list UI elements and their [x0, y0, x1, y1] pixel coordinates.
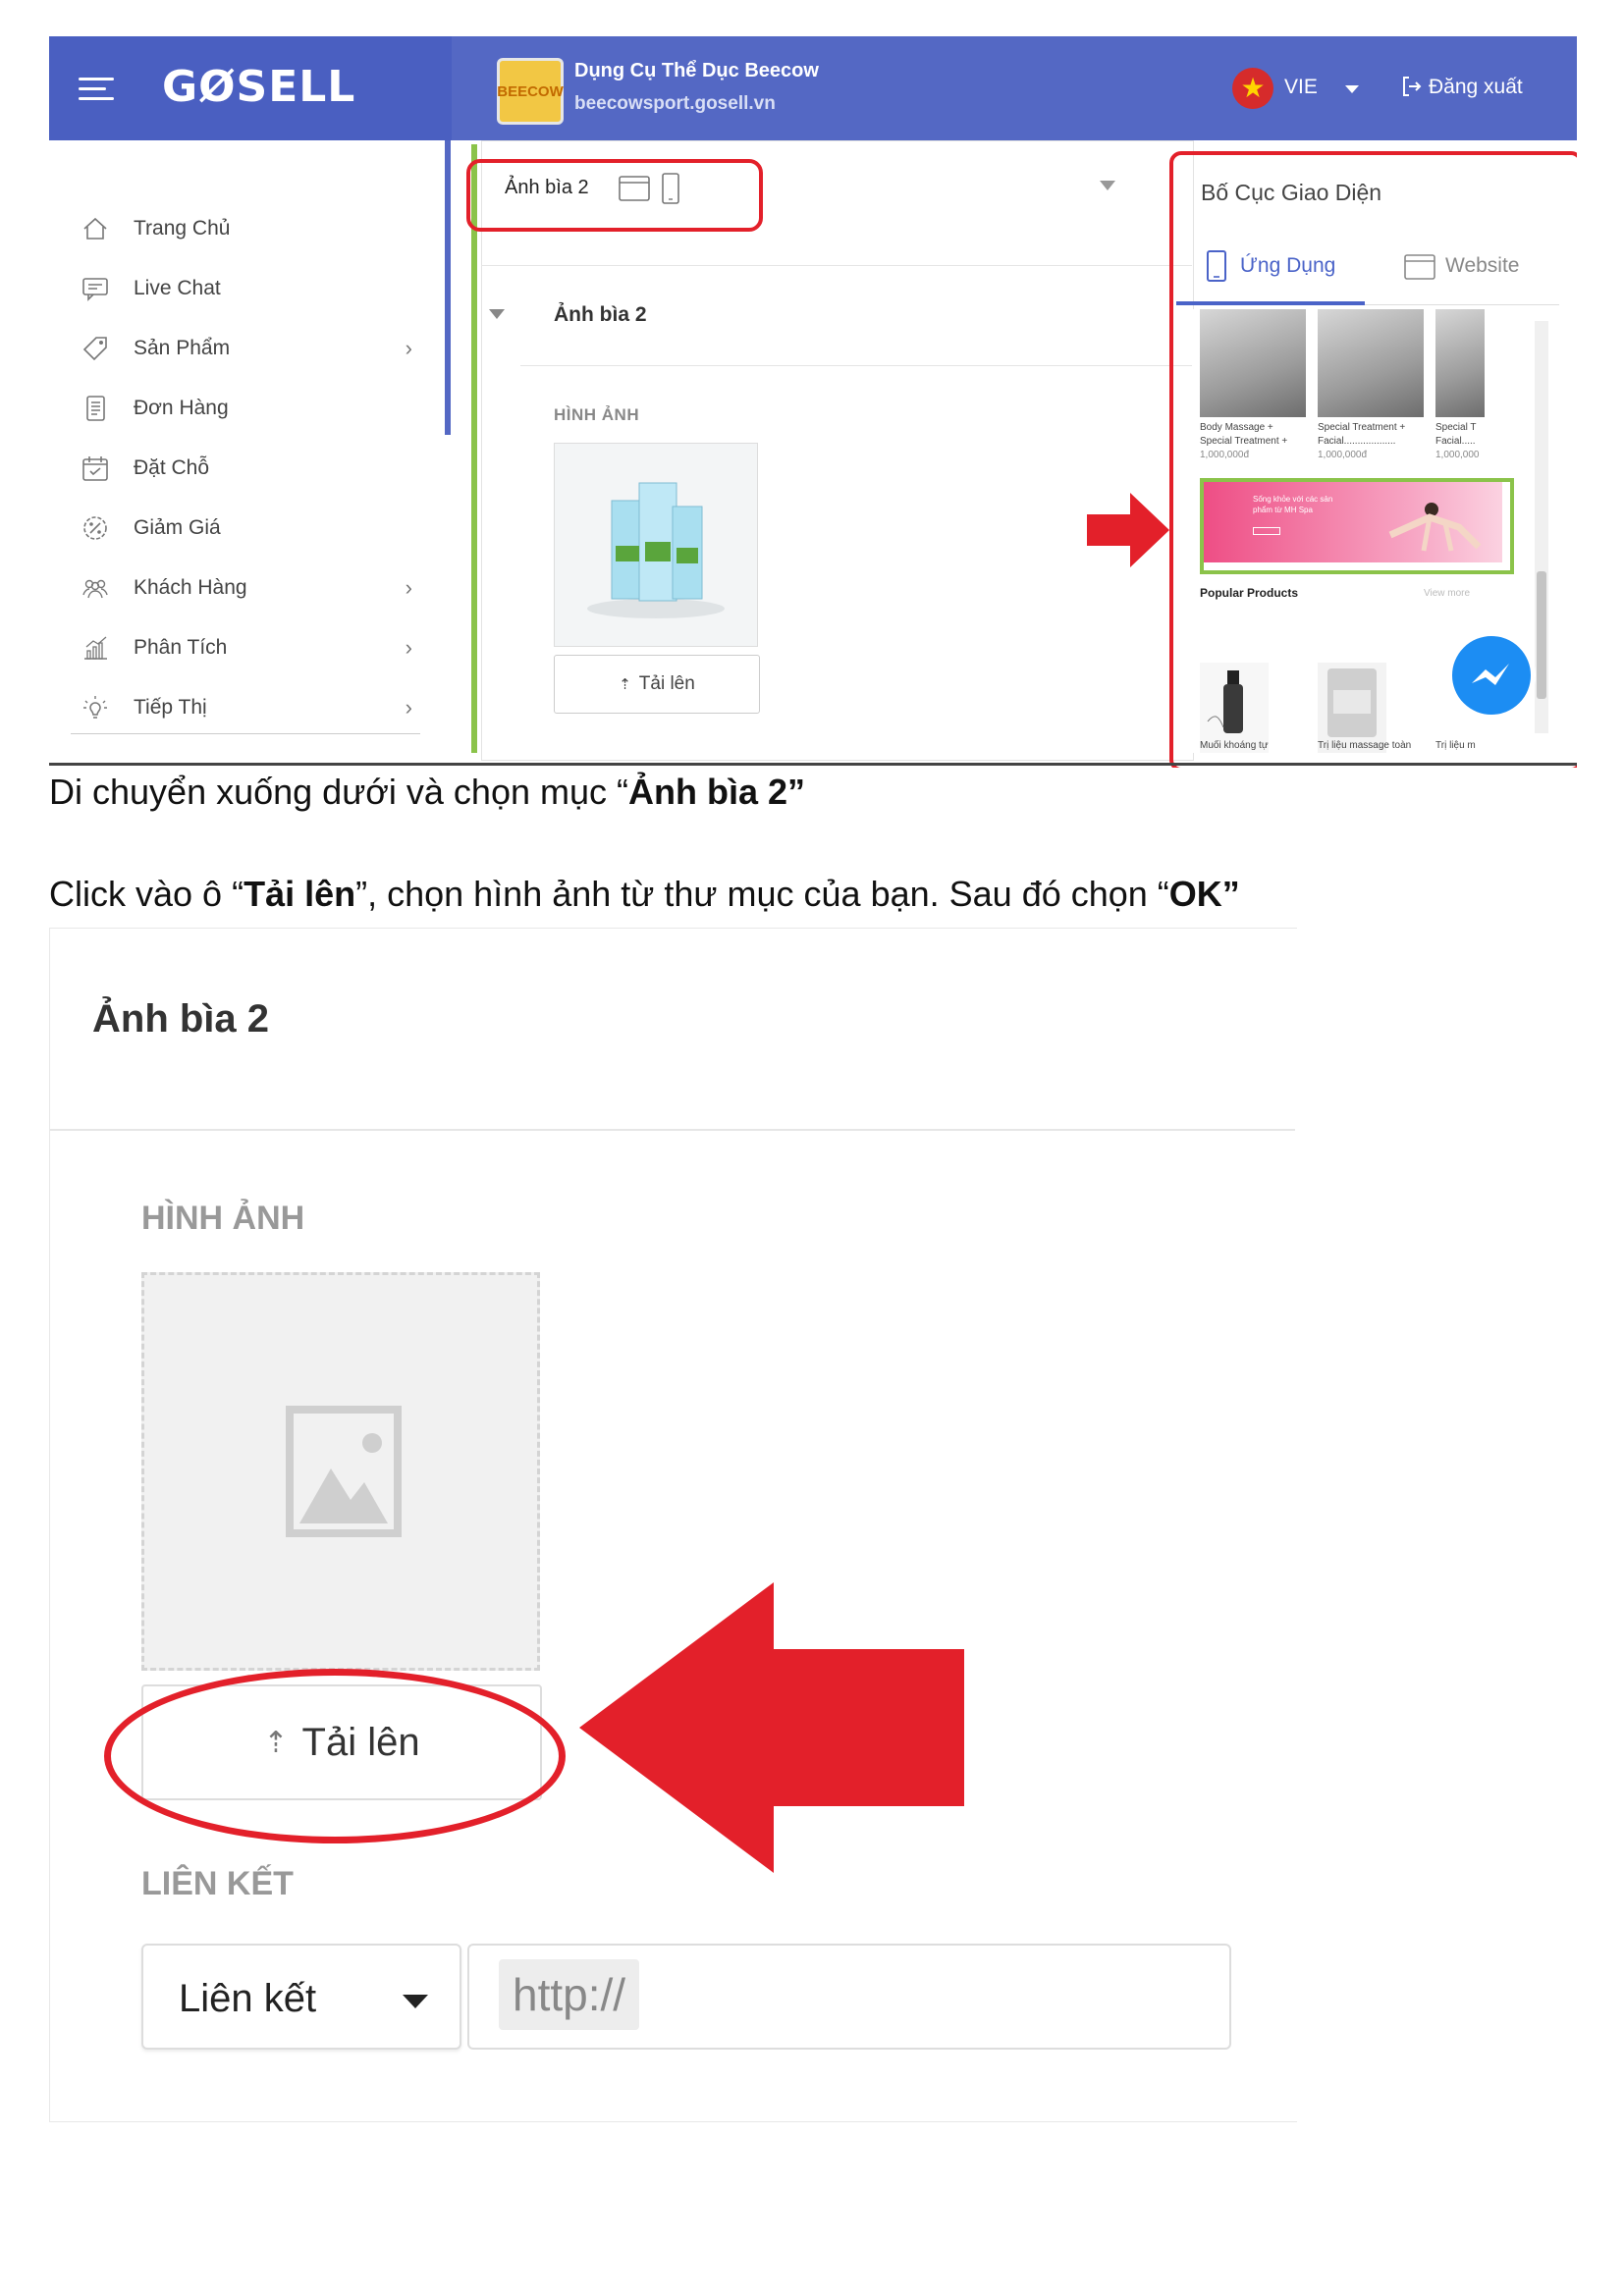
sidebar-item-label: Live Chat	[134, 277, 221, 299]
instruction-bold: Tải lên	[244, 874, 356, 914]
screenshot-editor: GØSELL BEECOW Dụng Cụ Thể Dục Beecow bee…	[49, 36, 1577, 768]
sidebar-item-reservations[interactable]: Đặt Chỗ	[79, 449, 412, 488]
chevron-down-icon[interactable]	[403, 1995, 428, 2008]
highlight-box	[1169, 151, 1577, 768]
sidebar-item-label: Khách Hàng	[134, 576, 247, 599]
instruction-text: Click vào ô “	[49, 874, 244, 914]
upload-label: Tải lên	[638, 673, 695, 694]
highlight-ellipse	[104, 1669, 566, 1843]
sidebar-item-label: Trang Chủ	[134, 217, 231, 240]
instruction-line-2: Click vào ô “Tải lên”, chọn hình ảnh từ …	[49, 874, 1240, 915]
sidebar-item-label: Phân Tích	[134, 636, 228, 659]
sidebar-item-live-chat[interactable]: Live Chat	[79, 269, 412, 308]
analytics-icon	[79, 631, 112, 665]
bulb-icon	[79, 691, 112, 724]
logout-icon[interactable]	[1402, 76, 1422, 97]
link-type-value: Liên kết	[179, 1977, 317, 2020]
divider	[520, 365, 1192, 366]
sidebar-item-home[interactable]: Trang Chủ	[79, 209, 412, 248]
chevron-right-icon: ›	[405, 695, 412, 720]
sidebar: Trang Chủ Live Chat Sản Phẩm › Đơn Hàng …	[49, 140, 447, 768]
discount-icon	[79, 511, 112, 545]
sidebar-item-label: Giảm Giá	[134, 516, 221, 539]
app-logo[interactable]: GØSELL	[162, 62, 355, 112]
home-icon	[79, 212, 112, 245]
chat-icon	[79, 272, 112, 305]
receipt-icon	[79, 392, 112, 425]
image-placeholder-icon	[286, 1406, 402, 1537]
instruction-line-1: Di chuyển xuống dưới và chọn mục “Ảnh bì…	[49, 772, 805, 813]
product-boxes-image	[555, 444, 757, 646]
sidebar-item-customers[interactable]: Khách Hàng ›	[79, 568, 412, 608]
image-placeholder[interactable]	[141, 1272, 540, 1671]
sidebar-item-label: Đơn Hàng	[134, 397, 229, 419]
chevron-right-icon: ›	[405, 336, 412, 360]
chevron-right-icon: ›	[405, 635, 412, 660]
language-selector[interactable]: VIE	[1284, 76, 1318, 99]
divider	[50, 1129, 1295, 1131]
sidebar-item-discounts[interactable]: Giảm Giá	[79, 508, 412, 548]
logout-button[interactable]: Đăng xuất	[1429, 76, 1523, 99]
instruction-bold: Ảnh bìa 2”	[628, 772, 806, 812]
section-title[interactable]: Ảnh bìa 2	[554, 303, 647, 327]
chevron-right-icon: ›	[405, 575, 412, 600]
shop-logo-text: BEECOW	[497, 82, 564, 100]
collapse-toggle-icon[interactable]	[489, 309, 505, 319]
vietnam-flag-icon[interactable]: ★	[1232, 68, 1273, 109]
upload-button[interactable]: ⇡ Tải lên	[554, 655, 760, 714]
instruction-text: ”, chọn hình ảnh từ thư mục của bạn. Sau…	[355, 874, 1169, 914]
sidebar-item-analytics[interactable]: Phân Tích ›	[79, 628, 412, 667]
chevron-down-icon[interactable]	[1345, 85, 1359, 93]
shop-url[interactable]: beecowsport.gosell.vn	[574, 93, 776, 115]
sidebar-item-products[interactable]: Sản Phẩm ›	[79, 329, 412, 368]
shop-logo: BEECOW	[497, 58, 564, 125]
chevron-down-icon[interactable]	[1100, 181, 1115, 190]
upload-icon: ⇡	[619, 676, 631, 693]
editor-accent-line	[471, 144, 477, 753]
sidebar-divider	[71, 733, 420, 734]
url-placeholder: http://	[499, 1959, 640, 2030]
divider	[481, 265, 1192, 266]
instruction-text: Di chuyển xuống dưới và chọn mục “	[49, 772, 628, 812]
instruction-bold: OK”	[1168, 874, 1240, 914]
tag-icon	[79, 332, 112, 365]
sidebar-item-label: Tiếp Thị	[134, 696, 207, 719]
red-arrow-left-icon	[579, 1582, 964, 1873]
screenshot-border	[49, 763, 1577, 766]
red-arrow-right-icon	[1087, 493, 1169, 567]
hamburger-menu-icon[interactable]	[79, 78, 118, 101]
shop-name: Dụng Cụ Thể Dục Beecow	[574, 60, 819, 81]
image-label: HÌNH ẢNH	[141, 1200, 305, 1237]
sidebar-item-label: Đặt Chỗ	[134, 456, 210, 479]
section-title: Ảnh bìa 2	[92, 997, 270, 1041]
sidebar-scroll-indicator	[445, 140, 451, 435]
sidebar-item-label: Sản Phẩm	[134, 337, 231, 359]
cover-image-preview	[554, 443, 758, 647]
sidebar-item-marketing[interactable]: Tiếp Thị ›	[79, 688, 412, 727]
link-label: LIÊN KẾT	[141, 1865, 294, 1902]
sidebar-item-orders[interactable]: Đơn Hàng	[79, 389, 412, 428]
customers-icon	[79, 571, 112, 605]
calendar-icon	[79, 452, 112, 485]
highlight-box	[466, 159, 763, 232]
image-label: HÌNH ẢNH	[554, 405, 640, 424]
